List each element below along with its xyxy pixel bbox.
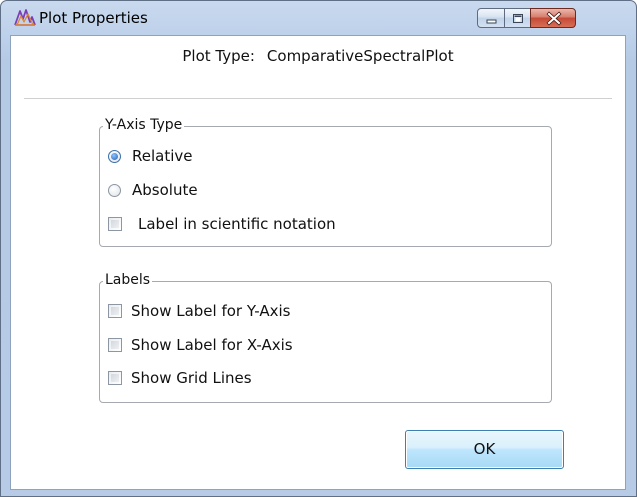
absolute-label[interactable]: Absolute: [132, 181, 198, 199]
spectrum-plot-icon: [14, 9, 36, 26]
checkbox-unchecked-icon[interactable]: [108, 338, 122, 352]
plot-properties-window: Plot Properties Plot Type: ComparativeSpe…: [0, 0, 637, 497]
scientific-notation-label[interactable]: Label in scientific notation: [138, 215, 336, 233]
ok-button[interactable]: OK: [405, 430, 564, 469]
minimize-button[interactable]: [477, 8, 505, 28]
plot-type-label: Plot Type:: [182, 47, 255, 65]
title-bar[interactable]: Plot Properties: [1, 1, 636, 35]
relative-label[interactable]: Relative: [132, 147, 193, 165]
separator: [24, 98, 612, 99]
maximize-icon: [513, 14, 523, 23]
radio-checked-icon[interactable]: [108, 150, 121, 163]
checkbox-unchecked-icon[interactable]: [108, 217, 122, 231]
plot-type-line: Plot Type: ComparativeSpectralPlot: [11, 47, 625, 65]
checkbox-unchecked-icon[interactable]: [108, 304, 122, 318]
minimize-icon: [486, 19, 497, 24]
labels-group: Labels Show Label for Y-Axis Show Label …: [99, 272, 552, 403]
dialog-content: Plot Type: ComparativeSpectralPlot Y-Axis…: [10, 35, 626, 490]
maximize-button[interactable]: [504, 8, 531, 28]
labels-group-title: Labels: [103, 272, 153, 288]
y-axis-type-group-title: Y-Axis Type: [103, 117, 185, 133]
show-x-axis-label-text[interactable]: Show Label for X-Axis: [131, 336, 293, 354]
y-axis-type-group: Y-Axis Type Relative Absolute Label in s…: [99, 117, 552, 247]
close-button[interactable]: [530, 8, 576, 28]
checkbox-unchecked-icon[interactable]: [108, 371, 122, 385]
plot-type-value: ComparativeSpectralPlot: [266, 47, 454, 65]
window-title: Plot Properties: [39, 9, 148, 27]
show-grid-lines-text[interactable]: Show Grid Lines: [131, 369, 252, 387]
close-icon: [546, 11, 562, 26]
radio-unchecked-icon[interactable]: [108, 184, 121, 197]
show-y-axis-label-text[interactable]: Show Label for Y-Axis: [131, 302, 290, 320]
